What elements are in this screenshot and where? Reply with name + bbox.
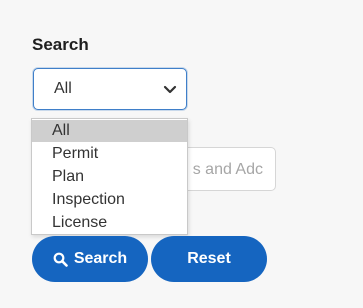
search-button[interactable]: Search — [32, 236, 148, 282]
dropdown-option-all[interactable]: All — [32, 120, 187, 142]
search-type-dropdown: All Permit Plan Inspection License — [31, 118, 188, 235]
search-text-input[interactable]: s and Adc — [178, 147, 276, 191]
dropdown-option-inspection[interactable]: Inspection — [32, 189, 187, 211]
reset-button[interactable]: Reset — [151, 236, 267, 282]
dropdown-option-permit[interactable]: Permit — [32, 143, 187, 165]
select-selected-value: All — [54, 80, 72, 97]
dropdown-option-license[interactable]: License — [32, 212, 187, 234]
search-panel: Search All s and Adc All Permit Plan Ins… — [0, 0, 363, 308]
search-button-label: Search — [73, 250, 128, 267]
chevron-down-icon[interactable] — [163, 83, 177, 95]
search-text-placeholder: s and Adc — [192, 161, 263, 178]
search-type-select[interactable]: All — [33, 68, 187, 110]
dropdown-option-plan[interactable]: Plan — [32, 166, 187, 188]
search-icon — [53, 252, 68, 267]
search-label: Search — [32, 35, 89, 54]
reset-button-label: Reset — [187, 250, 231, 267]
